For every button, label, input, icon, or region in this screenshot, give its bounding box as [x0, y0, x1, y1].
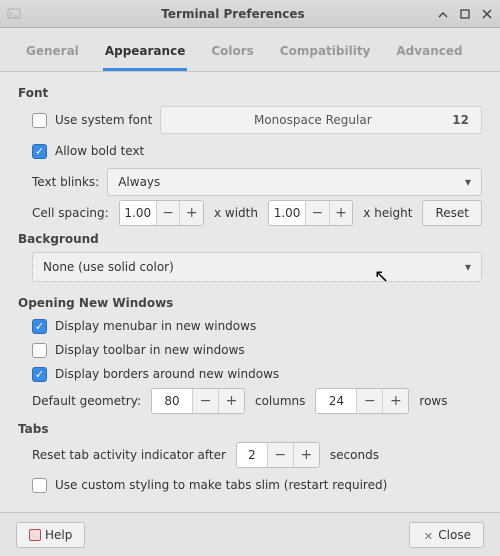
activity-seconds-plus[interactable]: + — [293, 443, 319, 467]
activity-seconds-value[interactable]: 2 — [237, 443, 267, 467]
minimize-button[interactable] — [436, 7, 450, 21]
cell-height-value[interactable]: 1.00 — [269, 201, 305, 225]
tab-advanced[interactable]: Advanced — [394, 38, 464, 71]
help-button[interactable]: Help — [16, 522, 85, 548]
font-size: 12 — [452, 113, 469, 127]
rows-plus[interactable]: + — [382, 389, 408, 413]
window-title: Terminal Preferences — [30, 7, 436, 21]
text-blinks-label: Text blinks: — [32, 175, 99, 189]
cell-height-stepper[interactable]: 1.00 − + — [268, 200, 353, 226]
reset-spacing-button[interactable]: Reset — [422, 200, 482, 226]
tab-compatibility[interactable]: Compatibility — [278, 38, 373, 71]
use-system-font-label: Use system font — [55, 113, 152, 127]
display-menubar-label: Display menubar in new windows — [55, 319, 256, 333]
rows-suffix: rows — [419, 394, 447, 408]
close-icon — [422, 529, 434, 541]
help-label: Help — [45, 528, 72, 542]
height-suffix: x height — [363, 206, 412, 220]
activity-seconds-suffix: seconds — [330, 448, 379, 462]
use-system-font-checkbox[interactable] — [32, 113, 47, 128]
font-section-title: Font — [18, 86, 482, 100]
tab-appearance[interactable]: Appearance — [103, 38, 188, 71]
tab-general[interactable]: General — [24, 38, 81, 71]
activity-seconds-minus[interactable]: − — [267, 443, 293, 467]
cell-height-minus[interactable]: − — [305, 201, 329, 225]
tabs-section-title: Tabs — [18, 422, 482, 436]
maximize-button[interactable] — [458, 7, 472, 21]
slim-tabs-checkbox[interactable] — [32, 478, 47, 493]
slim-tabs-label: Use custom styling to make tabs slim (re… — [55, 478, 387, 492]
columns-minus[interactable]: − — [192, 389, 218, 413]
chevron-down-icon: ▾ — [465, 175, 471, 189]
tabbar: General Appearance Colors Compatibility … — [0, 28, 500, 72]
appearance-panel: Font Use system font Monospace Regular 1… — [0, 72, 500, 514]
text-blinks-dropdown[interactable]: Always ▾ — [107, 168, 482, 196]
chevron-down-icon: ▾ — [465, 260, 471, 274]
background-mode-dropdown[interactable]: None (use solid color) ▾ — [32, 252, 482, 282]
help-icon — [29, 529, 41, 541]
columns-plus[interactable]: + — [218, 389, 244, 413]
background-mode-value: None (use solid color) — [43, 260, 465, 274]
cell-width-value[interactable]: 1.00 — [120, 201, 156, 225]
app-icon — [6, 6, 22, 22]
allow-bold-checkbox[interactable] — [32, 144, 47, 159]
cell-width-plus[interactable]: + — [179, 201, 203, 225]
titlebar: Terminal Preferences — [0, 0, 500, 28]
activity-seconds-stepper[interactable]: 2 − + — [236, 442, 320, 468]
display-borders-checkbox[interactable] — [32, 367, 47, 382]
rows-value[interactable]: 24 — [316, 389, 356, 413]
tab-colors[interactable]: Colors — [209, 38, 255, 71]
columns-value[interactable]: 80 — [152, 389, 192, 413]
cell-width-stepper[interactable]: 1.00 − + — [119, 200, 204, 226]
cell-spacing-label: Cell spacing: — [32, 206, 109, 220]
display-menubar-checkbox[interactable] — [32, 319, 47, 334]
font-name: Monospace Regular — [173, 113, 452, 127]
background-section-title: Background — [18, 232, 482, 246]
close-window-button[interactable] — [480, 7, 494, 21]
reset-activity-label: Reset tab activity indicator after — [32, 448, 226, 462]
text-blinks-value: Always — [118, 175, 465, 189]
default-geometry-label: Default geometry: — [32, 394, 141, 408]
display-borders-label: Display borders around new windows — [55, 367, 279, 381]
rows-stepper[interactable]: 24 − + — [315, 388, 409, 414]
close-button[interactable]: Close — [409, 522, 484, 548]
cell-height-plus[interactable]: + — [329, 201, 353, 225]
display-toolbar-label: Display toolbar in new windows — [55, 343, 245, 357]
allow-bold-label: Allow bold text — [55, 144, 144, 158]
display-toolbar-checkbox[interactable] — [32, 343, 47, 358]
cell-width-minus[interactable]: − — [156, 201, 180, 225]
close-label: Close — [438, 528, 471, 542]
new-windows-section-title: Opening New Windows — [18, 296, 482, 310]
rows-minus[interactable]: − — [356, 389, 382, 413]
columns-stepper[interactable]: 80 − + — [151, 388, 245, 414]
dialog-footer: Help Close — [0, 512, 500, 556]
columns-suffix: columns — [255, 394, 305, 408]
font-chooser[interactable]: Monospace Regular 12 — [160, 106, 482, 134]
width-suffix: x width — [214, 206, 258, 220]
